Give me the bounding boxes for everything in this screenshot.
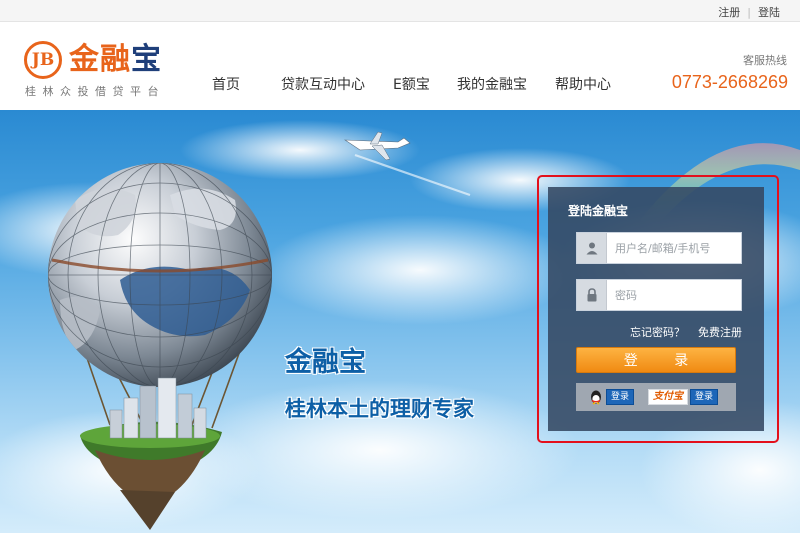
password-field[interactable] xyxy=(576,279,742,311)
hotline-label: 客服热线 xyxy=(743,54,787,67)
qq-penguin-icon xyxy=(588,388,604,406)
alipay-login-button[interactable]: 支付宝 登录 xyxy=(648,388,719,406)
site-header: JB 金融宝 桂林众投借贷平台 首页 贷款互动中心 E额宝 我的金融宝 帮助中心… xyxy=(0,22,800,110)
globe-balloon xyxy=(48,163,272,387)
password-input[interactable] xyxy=(615,286,735,304)
qq-login-button[interactable]: 登录 xyxy=(588,388,635,406)
username-field[interactable] xyxy=(576,232,742,264)
login-panel: 登陆金融宝 忘记密码？ 免费注册 登 录 xyxy=(548,187,764,431)
logo-mark-icon: JB xyxy=(24,41,62,79)
top-links: 注册 | 登陆 xyxy=(718,4,780,20)
logo-tagline: 桂林众投借贷平台 xyxy=(25,85,165,98)
nav-item-home[interactable]: 首页 xyxy=(212,74,281,94)
login-highlight-frame: 登陆金融宝 忘记密码？ 免费注册 登 录 xyxy=(537,175,779,443)
user-icon xyxy=(577,233,607,263)
top-bar: 注册 | 登陆 xyxy=(0,0,800,22)
nav-item-loan-center[interactable]: 贷款互动中心 xyxy=(281,74,393,94)
top-link-divider: | xyxy=(747,5,751,19)
alipay-logo: 支付宝 xyxy=(648,389,688,405)
free-register-link[interactable]: 免费注册 xyxy=(698,324,742,340)
hero-banner: 金融宝 桂林本土的理财专家 登陆金融宝 忘记密码？ 免费注册 登 录 xyxy=(0,110,800,533)
nav-item-e-bao[interactable]: E额宝 xyxy=(393,74,457,94)
nav-item-my-account[interactable]: 我的金融宝 xyxy=(457,74,555,94)
username-input[interactable] xyxy=(615,239,735,257)
third-party-login-bar: 登录 支付宝 登录 xyxy=(576,383,736,411)
logo-name-part2: 宝 xyxy=(131,42,162,77)
login-title: 登陆金融宝 xyxy=(568,204,629,218)
site-logo[interactable]: JB 金融宝 桂林众投借贷平台 xyxy=(24,39,184,99)
hotline-number: 0773-2668269 xyxy=(671,72,788,92)
lock-icon xyxy=(577,280,607,310)
banner-subtitle: 桂林本土的理财专家 xyxy=(285,397,474,421)
qq-login-label: 登录 xyxy=(606,389,635,405)
login-submit-button[interactable]: 登 录 xyxy=(576,347,736,373)
logo-name: 金融宝 xyxy=(69,39,162,81)
top-login-link[interactable]: 登陆 xyxy=(758,4,780,20)
logo-name-part1: 金融 xyxy=(69,42,131,77)
main-nav: 首页 贷款互动中心 E额宝 我的金融宝 帮助中心 xyxy=(212,74,611,94)
nav-item-help-center[interactable]: 帮助中心 xyxy=(555,74,611,94)
banner-title: 金融宝 xyxy=(285,347,366,378)
top-register-link[interactable]: 注册 xyxy=(718,4,740,20)
alipay-login-label: 登录 xyxy=(690,389,719,405)
forgot-password-link[interactable]: 忘记密码？ xyxy=(630,324,685,340)
